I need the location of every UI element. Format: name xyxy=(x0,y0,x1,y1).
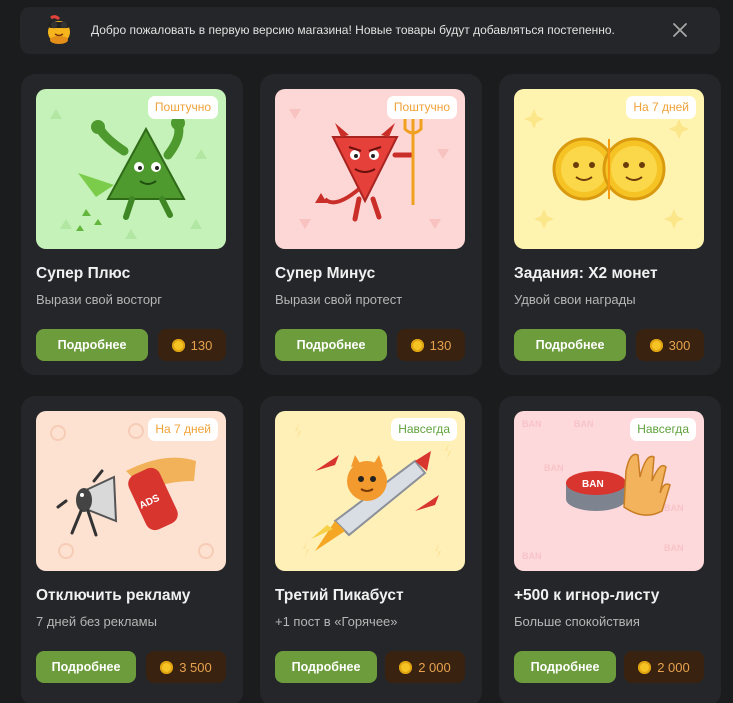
product-title: Отключить рекламу xyxy=(36,587,191,604)
svg-text:BAN: BAN xyxy=(522,551,542,561)
details-button[interactable]: Подробнее xyxy=(36,651,136,683)
coin-icon xyxy=(638,660,652,674)
price-tag: 130 xyxy=(397,329,465,361)
double-coins-illustration: На 7 дней xyxy=(514,89,704,249)
product-subtitle: Вырази свой восторг xyxy=(36,292,163,307)
price-tag: 2 000 xyxy=(624,651,704,683)
badge: На 7 дней xyxy=(148,418,218,441)
badge: На 7 дней xyxy=(626,96,696,119)
product-title: Третий Пикабуст xyxy=(275,587,404,604)
product-card-super-plus: Поштучно Супер Плюс Вырази свой восторг … xyxy=(21,74,243,375)
product-card-ignore-list: BAN BAN BAN BAN BAN BAN BAN Навсегда +500 к … xyxy=(499,396,721,703)
product-title: Задания: Х2 монет xyxy=(514,265,658,282)
product-subtitle: +1 пост в «Горячее» xyxy=(275,614,398,629)
coin-icon xyxy=(649,338,663,352)
coin-icon xyxy=(399,660,413,674)
price-value: 300 xyxy=(668,337,691,353)
details-button[interactable]: Подробнее xyxy=(36,329,148,361)
svg-text:BAN: BAN xyxy=(544,463,564,473)
badge: Поштучно xyxy=(147,96,218,119)
svg-text:BAN: BAN xyxy=(522,419,542,429)
price-value: 130 xyxy=(429,337,452,353)
details-button[interactable]: Подробнее xyxy=(514,651,616,683)
price-tag: 130 xyxy=(158,329,226,361)
product-card-no-ads: ADS На 7 дней Отключить рекламу 7 дней б… xyxy=(21,396,243,703)
product-title: Супер Плюс xyxy=(36,265,131,282)
svg-text:BAN: BAN xyxy=(582,479,604,490)
coin-icon xyxy=(160,660,174,674)
svg-text:BAN: BAN xyxy=(664,543,684,553)
badge: Навсегда xyxy=(391,418,457,441)
price-tag: 2 000 xyxy=(385,651,465,683)
product-subtitle: Больше спокойствия xyxy=(514,614,640,629)
svg-text:BAN: BAN xyxy=(664,503,684,513)
price-value: 2 000 xyxy=(657,659,690,675)
product-subtitle: Удвой свои награды xyxy=(514,292,636,307)
no-ads-illustration: ADS На 7 дней xyxy=(36,411,226,571)
price-value: 130 xyxy=(190,337,213,353)
pikaboost-illustration: Навсегда xyxy=(275,411,465,571)
svg-text:BAN: BAN xyxy=(574,419,594,429)
product-title: Супер Минус xyxy=(275,265,376,282)
price-value: 3 500 xyxy=(179,659,212,675)
product-subtitle: Вырази свой протест xyxy=(275,292,403,307)
coin-icon xyxy=(410,338,424,352)
product-card-pikaboost: Навсегда Третий Пикабуст +1 пост в «Горя… xyxy=(260,396,482,703)
product-card-double-coins: На 7 дней Задания: Х2 монет Удвой свои н… xyxy=(499,74,721,375)
badge: Поштучно xyxy=(386,96,457,119)
details-button[interactable]: Подробнее xyxy=(514,329,626,361)
details-button[interactable]: Подробнее xyxy=(275,329,387,361)
coin-icon xyxy=(171,338,185,352)
product-title: +500 к игнор-листу xyxy=(514,587,660,604)
price-value: 2 000 xyxy=(418,659,451,675)
product-subtitle: 7 дней без рекламы xyxy=(36,614,157,629)
super-plus-illustration: Поштучно xyxy=(36,89,226,249)
price-tag: 3 500 xyxy=(146,651,226,683)
details-button[interactable]: Подробнее xyxy=(275,651,377,683)
super-minus-illustration: Поштучно xyxy=(275,89,465,249)
price-tag: 300 xyxy=(636,329,704,361)
product-card-super-minus: Поштучно Супер Минус Вырази свой протест… xyxy=(260,74,482,375)
badge: Навсегда xyxy=(630,418,696,441)
product-grid: Поштучно Супер Плюс Вырази свой восторг … xyxy=(0,0,733,703)
ignore-list-illustration: BAN BAN BAN BAN BAN BAN BAN Навсегда xyxy=(514,411,704,571)
